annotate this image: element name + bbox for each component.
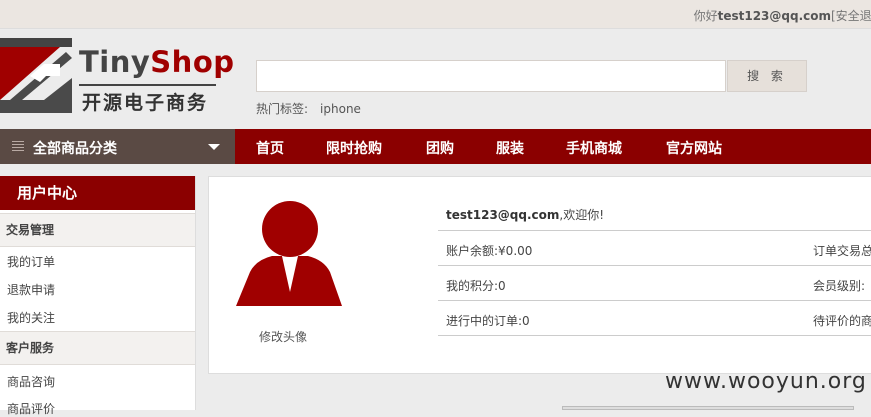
sidebar-item-reviews[interactable]: 商品评价 bbox=[7, 400, 55, 417]
sidebar-title: 用户中心 bbox=[0, 176, 195, 210]
horizontal-scrollbar[interactable] bbox=[562, 406, 854, 410]
brand-subtitle: 开源电子商务 bbox=[82, 92, 209, 114]
hot-tags: 热门标签: iphone bbox=[256, 100, 361, 117]
logout-link[interactable]: [安全退出] bbox=[831, 7, 871, 24]
sidebar-section-service: 客户服务 bbox=[0, 331, 195, 365]
nav-item-home[interactable]: 首页 bbox=[256, 138, 284, 158]
greeting: 你好test123@qq.com bbox=[693, 9, 831, 23]
sidebar-item-my-follows[interactable]: 我的关注 bbox=[7, 309, 55, 326]
avatar-icon[interactable] bbox=[236, 200, 342, 310]
nav-item-group-buy[interactable]: 团购 bbox=[426, 138, 454, 158]
nav-item-flash-sale[interactable]: 限时抢购 bbox=[326, 138, 382, 158]
member-level-label: 会员级别: bbox=[813, 279, 866, 293]
all-categories-label: 全部商品分类 bbox=[33, 141, 117, 157]
order-total-label: 订单交易总 bbox=[813, 244, 871, 258]
hot-tags-label: 热门标签: bbox=[256, 102, 309, 116]
nav-item-mobile-mall[interactable]: 手机商城 bbox=[566, 138, 622, 158]
pending-reviews-label: 待评价的商 bbox=[813, 314, 871, 328]
sidebar-item-consult[interactable]: 商品咨询 bbox=[7, 373, 55, 390]
search-input[interactable] bbox=[256, 60, 726, 92]
chevron-down-icon bbox=[208, 144, 220, 150]
brand-divider bbox=[79, 84, 216, 86]
orders-in-progress-value: 0 bbox=[522, 314, 530, 328]
welcome-message: test123@qq.com,欢迎你! bbox=[446, 208, 605, 222]
username[interactable]: test123@qq.com bbox=[718, 9, 831, 23]
main-nav: 全部商品分类 首页 限时抢购 团购 服装 手机商城 官方网站 bbox=[0, 129, 871, 164]
points: 我的积分:0 bbox=[446, 279, 506, 293]
hot-tag-iphone[interactable]: iphone bbox=[320, 102, 361, 116]
brand-name: TinyShop bbox=[79, 45, 235, 79]
edit-avatar-link[interactable]: 修改头像 bbox=[259, 328, 307, 345]
divider bbox=[438, 300, 871, 301]
sidebar-item-refund[interactable]: 退款申请 bbox=[7, 281, 55, 298]
header: TinyShop 开源电子商务 搜 索 热门标签: iphone bbox=[0, 29, 871, 129]
welcome-username: test123@qq.com bbox=[446, 208, 560, 222]
balance-value: ¥0.00 bbox=[498, 244, 533, 258]
all-categories-menu[interactable]: 全部商品分类 bbox=[0, 129, 235, 164]
divider bbox=[438, 335, 871, 336]
search-button[interactable]: 搜 索 bbox=[727, 60, 807, 92]
user-center-sidebar: 用户中心 交易管理 我的订单 退款申请 我的关注 客户服务 商品咨询 商品评价 bbox=[0, 176, 196, 416]
top-bar: 你好test123@qq.com [安全退出] bbox=[0, 0, 871, 29]
nav-item-clothing[interactable]: 服装 bbox=[496, 138, 524, 158]
logo-icon[interactable] bbox=[0, 38, 72, 113]
divider bbox=[438, 265, 871, 266]
watermark: www.wooyun.org bbox=[665, 369, 867, 394]
sidebar-item-my-orders[interactable]: 我的订单 bbox=[7, 253, 55, 270]
sidebar-section-trade: 交易管理 bbox=[0, 213, 195, 247]
nav-item-official-site[interactable]: 官方网站 bbox=[666, 138, 722, 158]
divider bbox=[438, 230, 871, 231]
list-icon bbox=[12, 141, 24, 152]
balance: 账户余额:¥0.00 bbox=[446, 244, 533, 258]
orders-in-progress: 进行中的订单:0 bbox=[446, 314, 530, 328]
points-value: 0 bbox=[498, 279, 506, 293]
